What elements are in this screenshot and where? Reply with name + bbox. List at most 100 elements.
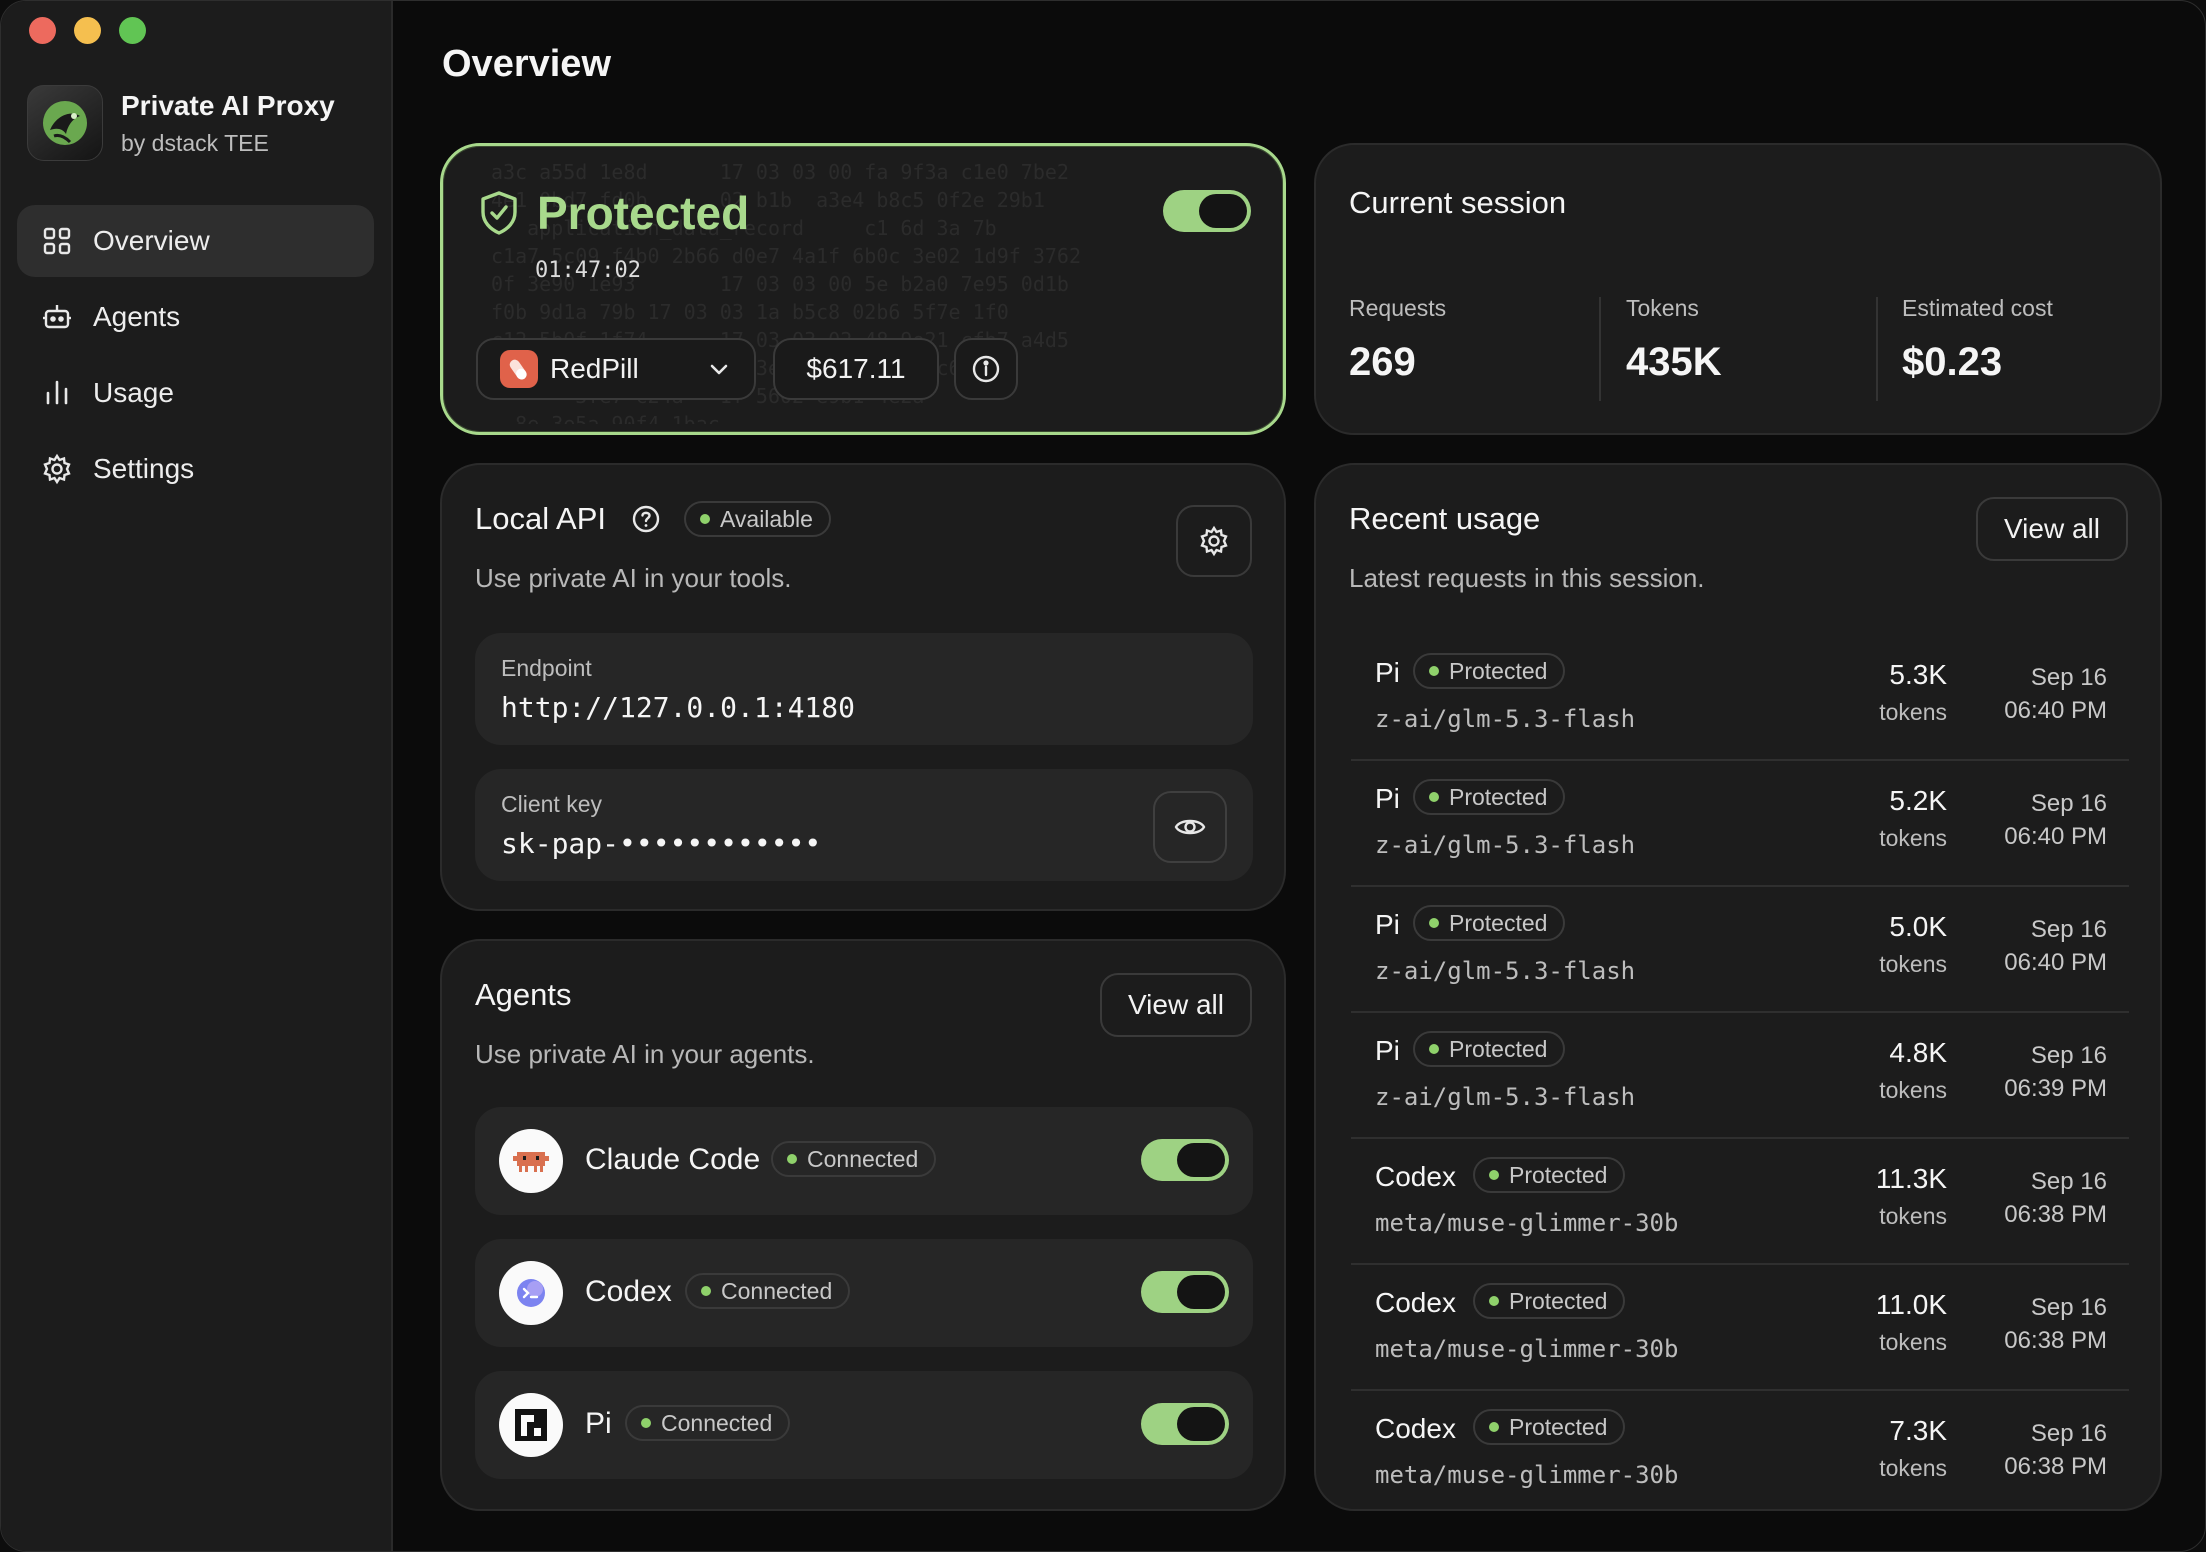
token-unit: tokens [1879,825,1947,851]
usage-status-badge: Protected [1473,1157,1626,1193]
gear-icon [1200,525,1228,557]
app-subtitle: by dstack TEE [121,129,269,156]
provider-select[interactable]: RedPill [476,338,756,400]
token-count: 5.3K [1889,659,1947,690]
stat-label: Requests [1349,295,1447,321]
agents-title: Agents [475,977,572,1012]
provider-name: RedPill [550,353,639,384]
minimize-window-button[interactable] [74,17,101,44]
app-window: Private AI Proxy by dstack TEE Overview … [0,0,2206,1552]
usage-timestamp: Sep 16 06:40 PM [2004,661,2107,727]
usage-row[interactable]: Pi Protected z-ai/glm-5.3-flash 5.3K tokens S… [1351,635,2129,761]
local-api-title: Local API [475,501,606,536]
usage-row[interactable]: Codex Protected meta/muse-glimmer-30b 7.3K t… [1351,1391,2129,1509]
api-settings-button[interactable] [1176,505,1252,577]
page-title: Overview [442,43,611,85]
agent-name: Claude Code [585,1143,761,1176]
codex-logo-icon [499,1261,563,1325]
chevron-down-icon [710,364,728,375]
usage-agent: Codex [1375,1287,1456,1318]
usage-timestamp: Sep 16 06:39 PM [2004,1039,2107,1105]
protection-toggle[interactable] [1163,190,1251,232]
sidebar-item-settings[interactable]: Settings [17,433,374,505]
usage-date: Sep 16 [2030,1420,2107,1447]
usage-status-badge: Protected [1413,1031,1566,1067]
recent-usage-title: Recent usage [1349,501,1541,536]
usage-agent: Pi [1375,1035,1400,1066]
usage-time: 06:40 PM [2004,823,2107,850]
claude-code-logo-icon [499,1129,563,1193]
token-count: 5.0K [1889,911,1947,942]
usage-model: z-ai/glm-5.3-flash [1375,957,1636,985]
agent-toggle-pi[interactable] [1141,1403,1229,1445]
stat-tokens: Tokens 435K [1626,295,1722,385]
endpoint-value: http://127.0.0.1:4180 [501,691,856,724]
usage-time: 06:38 PM [2004,1327,2107,1354]
stat-requests: Requests 269 [1349,295,1446,385]
usage-model: z-ai/glm-5.3-flash [1375,1083,1636,1111]
agent-toggle-codex[interactable] [1141,1271,1229,1313]
usage-row[interactable]: Pi Protected z-ai/glm-5.3-flash 4.8K tokens S… [1351,1013,2129,1139]
usage-model: meta/muse-glimmer-30b [1375,1209,1679,1237]
gear-icon [43,453,71,485]
sidebar-item-overview[interactable]: Overview [17,205,374,277]
agent-toggle-claude-code[interactable] [1141,1139,1229,1181]
usage-status-badge: Protected [1413,779,1566,815]
bar-chart-icon [46,380,68,405]
stat-value: 269 [1349,340,1416,384]
agent-status-badge: Connected [685,1273,851,1309]
info-button[interactable] [954,338,1018,400]
usage-date: Sep 16 [2030,1294,2107,1321]
usage-date: Sep 16 [2030,1042,2107,1069]
usage-model: z-ai/glm-5.3-flash [1375,705,1636,733]
usage-time: 06:40 PM [2004,949,2107,976]
token-count: 11.3K [1875,1163,1947,1194]
pi-logo-icon [499,1393,563,1457]
agent-name: Pi [585,1407,612,1440]
token-count: 7.3K [1889,1415,1947,1446]
usage-time: 06:38 PM [2004,1453,2107,1480]
client-key-value: sk-pap-•••••••••••• [501,827,822,860]
usage-view-all-button[interactable]: View all [1976,497,2128,561]
usage-tokens: 11.0K tokens [1876,1289,1947,1356]
agents-view-all-button[interactable]: View all [1100,973,1252,1037]
usage-row[interactable]: Codex Protected meta/muse-glimmer-30b 11.0K… [1351,1265,2129,1391]
usage-status-badge: Protected [1473,1409,1626,1445]
protection-status: Protected [537,187,750,239]
client-key-field[interactable]: Client key sk-pap-•••••••••••• [475,769,1253,881]
agent-row-codex: Codex Connected [475,1239,1253,1347]
sidebar-item-agents[interactable]: Agents [17,281,374,353]
agent-row-claude-code: Claude Code Connected [475,1107,1253,1215]
agents-subtitle: Use private AI in your agents. [475,1039,815,1069]
app-logo-icon [27,85,103,161]
usage-row[interactable]: Pi Protected z-ai/glm-5.3-flash 5.0K tokens S… [1351,887,2129,1013]
usage-time: 06:39 PM [2004,1075,2107,1102]
token-unit: tokens [1879,699,1947,725]
usage-time: 06:38 PM [2004,1201,2107,1228]
token-unit: tokens [1879,1329,1947,1355]
sidebar-nav: Overview Agents Usage Settings [17,205,374,509]
usage-row[interactable]: Pi Protected z-ai/glm-5.3-flash 5.2K tokens S… [1351,761,2129,887]
robot-icon [43,305,71,329]
usage-row[interactable]: Codex Protected meta/muse-glimmer-30b 11.3K… [1351,1139,2129,1265]
close-window-button[interactable] [29,17,56,44]
zoom-window-button[interactable] [119,17,146,44]
endpoint-field[interactable]: Endpoint http://127.0.0.1:4180 [475,633,1253,745]
usage-date: Sep 16 [2030,790,2107,817]
session-card: Current session Requests 269 Tokens 435K… [1314,143,2162,435]
stat-cost: Estimated cost $0.23 [1902,295,2053,385]
usage-time: 06:40 PM [2004,697,2107,724]
grid-icon [43,227,71,255]
app-name: Private AI Proxy [121,89,335,121]
usage-model: meta/muse-glimmer-30b [1375,1461,1679,1489]
agent-status-badge: Connected [625,1405,791,1441]
usage-agent: Pi [1375,909,1400,940]
token-unit: tokens [1879,1077,1947,1103]
usage-date: Sep 16 [2030,1168,2107,1195]
shield-check-icon [481,191,517,235]
reveal-key-button[interactable] [1153,791,1227,863]
help-icon[interactable] [630,503,662,535]
sidebar-item-usage[interactable]: Usage [17,357,374,429]
sidebar: Private AI Proxy by dstack TEE Overview … [1,1,393,1551]
redpill-logo-icon [500,350,538,388]
